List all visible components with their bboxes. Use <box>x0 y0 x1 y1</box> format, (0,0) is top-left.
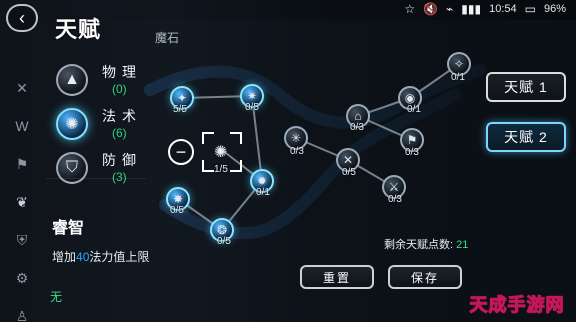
selection-corner <box>202 132 214 144</box>
selection-corner <box>230 160 242 172</box>
talent-node-count: 0/3 <box>350 122 364 133</box>
talent-node-count: 0/1 <box>451 72 465 83</box>
talent-node-count: 0/3 <box>388 194 402 205</box>
remaining-value: 21 <box>456 239 469 251</box>
talent-node-count: 0/5 <box>342 167 356 178</box>
minus-icon: − <box>175 141 187 162</box>
talent-node-count: 0/1 <box>407 104 421 115</box>
selection-corner <box>230 132 242 144</box>
selected-talent-count: 1/5 <box>214 164 228 175</box>
talent-node-count: 0/1 <box>256 187 270 198</box>
remaining-points: 剩余天赋点数: 21 <box>384 236 468 252</box>
talent-node-count: 0/5 <box>245 102 259 113</box>
remaining-label: 剩余天赋点数: <box>384 239 454 251</box>
reset-button[interactable]: 重置 <box>300 265 374 289</box>
watermark: 天成手游网 <box>462 292 572 316</box>
talent-tab-2[interactable]: 天赋 2 <box>486 122 566 152</box>
talent-node-count: 0/5 <box>217 236 231 247</box>
talent-node-count: 5/5 <box>173 104 187 115</box>
remove-point-button[interactable]: − <box>168 139 194 165</box>
game-screen: ☆ 🔇 ⌁ ▮▮▮ 10:54 ▭ 96% ‹ 天赋 魔石 ✕ W ⚑ ❦ ⛨ … <box>0 0 576 322</box>
talent-node-count: 0/3 <box>290 146 304 157</box>
talent-node-count: 0/3 <box>405 147 419 158</box>
mana-icon: ✺ <box>214 144 228 161</box>
talent-node-count: 0/5 <box>170 205 184 216</box>
talent-tab-1[interactable]: 天赋 1 <box>486 72 566 102</box>
selection-corner <box>202 160 214 172</box>
talent-tree-lines <box>144 63 486 240</box>
watermark-text: 天成手游网 <box>469 295 565 316</box>
save-button[interactable]: 保存 <box>388 265 462 289</box>
